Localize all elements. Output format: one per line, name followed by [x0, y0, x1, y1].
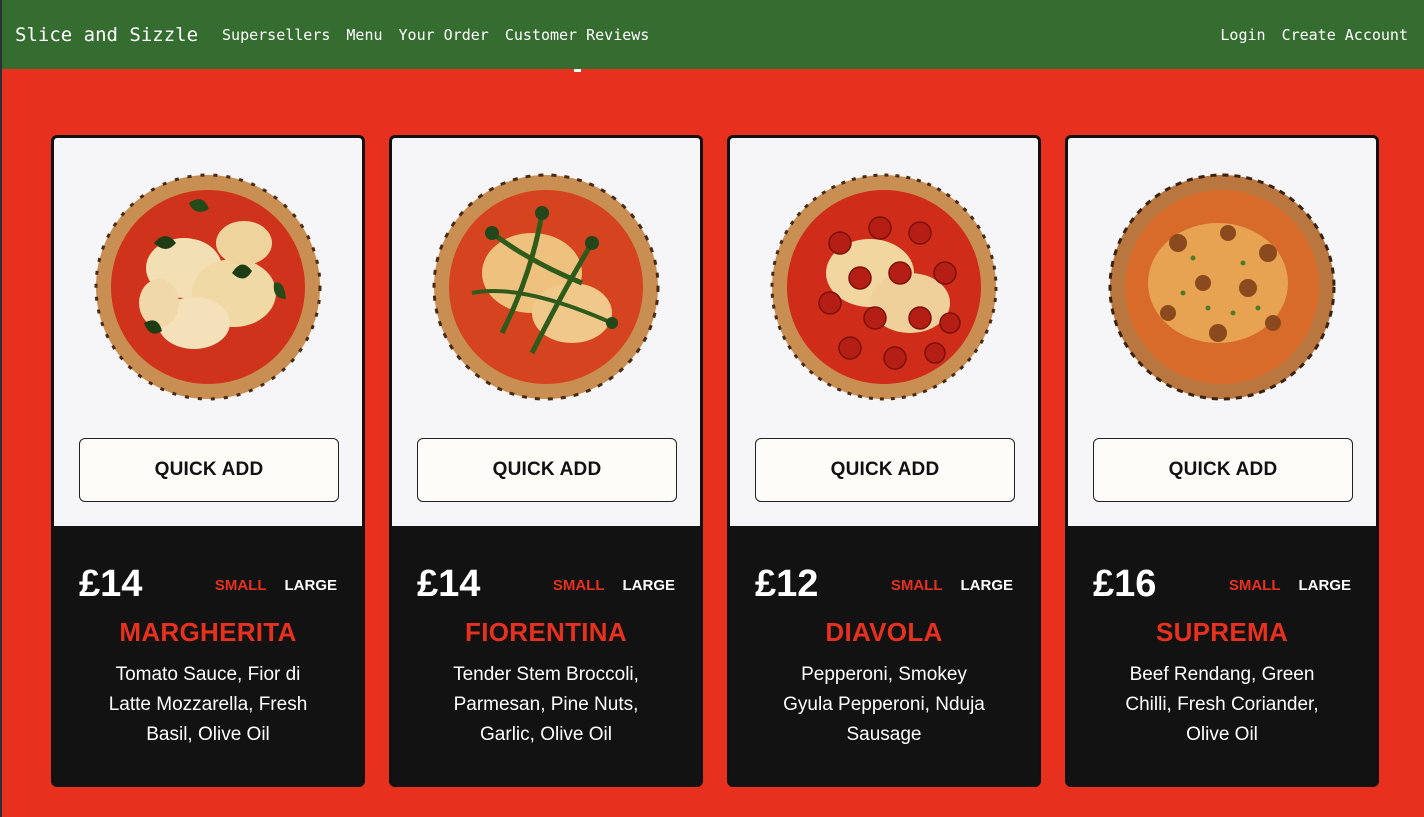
pizza-name: MARGHERITA: [119, 617, 297, 647]
pizza-card-image-area: QUICK ADD: [1068, 138, 1376, 526]
pizza-card-margherita: QUICK ADD £14 SMALL LARGE MARGHERITA Tom…: [51, 135, 365, 787]
size-small-option[interactable]: SMALL: [1229, 577, 1281, 594]
pizza-card-suprema: QUICK ADD £16 SMALL LARGE SUPREMA Beef R…: [1065, 135, 1379, 787]
price-row: £14 SMALL LARGE: [417, 561, 675, 607]
price-row: £16 SMALL LARGE: [1093, 561, 1351, 607]
pizza-price: £14: [417, 562, 481, 605]
pizza-card-diavola: QUICK ADD £12 SMALL LARGE DIAVOLA Pepper…: [727, 135, 1041, 787]
pizza-name: FIORENTINA: [465, 617, 627, 647]
pizza-name: SUPREMA: [1155, 617, 1289, 647]
size-small-option[interactable]: SMALL: [215, 577, 267, 594]
size-large-option[interactable]: LARGE: [623, 577, 676, 594]
size-large-option[interactable]: LARGE: [285, 577, 338, 594]
nav-account-links: Login Create Account: [1220, 26, 1408, 44]
quick-add-button[interactable]: QUICK ADD: [1093, 438, 1353, 502]
size-selector: SMALL LARGE: [215, 575, 337, 594]
pizza-card-image-area: QUICK ADD: [392, 138, 700, 526]
pizza-description: Tender Stem Broccoli, Parmesan, Pine Nut…: [453, 664, 639, 745]
nav-links: Supersellers Menu Your Order Customer Re…: [222, 26, 649, 44]
quick-add-button[interactable]: QUICK ADD: [417, 438, 677, 502]
pizza-card-info: £14 SMALL LARGE FIORENTINA Tender Stem B…: [392, 526, 700, 784]
pizza-description: Tomato Sauce, Fior di Latte Mozzarella, …: [108, 664, 308, 745]
create-account-link[interactable]: Create Account: [1282, 26, 1408, 44]
pizza-name: DIAVOLA: [825, 617, 943, 647]
pizza-card-info: £12 SMALL LARGE DIAVOLA Pepperoni, Smoke…: [730, 526, 1038, 784]
pizza-card-fiorentina: QUICK ADD £14 SMALL LARGE FIORENTINA Ten…: [389, 135, 703, 787]
window-edge: [0, 0, 2, 817]
size-small-option[interactable]: SMALL: [891, 577, 943, 594]
pizza-price: £16: [1093, 562, 1157, 605]
pizza-price: £14: [79, 562, 143, 605]
pizza-card-image-area: QUICK ADD: [54, 138, 362, 526]
price-row: £14 SMALL LARGE: [79, 561, 337, 607]
nav-link-your-order[interactable]: Your Order: [399, 26, 489, 44]
pizza-card-info: £14 SMALL LARGE MARGHERITA Tomato Sauce,…: [54, 526, 362, 784]
scroll-indicator: [574, 69, 581, 72]
size-selector: SMALL LARGE: [891, 575, 1013, 594]
fiorentina-pizza-image: [432, 173, 660, 401]
brand-logo-link[interactable]: Slice and Sizzle: [15, 24, 198, 46]
pizza-card-info: £16 SMALL LARGE SUPREMA Beef Rendang, Gr…: [1068, 526, 1376, 784]
pizza-card-list: QUICK ADD £14 SMALL LARGE MARGHERITA Tom…: [51, 135, 1379, 787]
size-large-option[interactable]: LARGE: [961, 577, 1014, 594]
size-selector: SMALL LARGE: [553, 575, 675, 594]
quick-add-button[interactable]: QUICK ADD: [79, 438, 339, 502]
nav-link-menu[interactable]: Menu: [346, 26, 382, 44]
margherita-pizza-image: [94, 173, 322, 401]
top-navbar: Slice and Sizzle Supersellers Menu Your …: [2, 0, 1424, 69]
size-large-option[interactable]: LARGE: [1299, 577, 1352, 594]
suprema-pizza-image: [1108, 173, 1336, 401]
pizza-description: Pepperoni, Smokey Gyula Pepperoni, Nduja…: [783, 664, 985, 745]
quick-add-button[interactable]: QUICK ADD: [755, 438, 1015, 502]
nav-link-customer-reviews[interactable]: Customer Reviews: [505, 26, 650, 44]
price-row: £12 SMALL LARGE: [755, 561, 1013, 607]
pizza-description: Beef Rendang, Green Chilli, Fresh Corian…: [1125, 664, 1319, 745]
pizza-price: £12: [755, 562, 819, 605]
login-link[interactable]: Login: [1220, 26, 1265, 44]
size-small-option[interactable]: SMALL: [553, 577, 605, 594]
diavola-pizza-image: [770, 173, 998, 401]
pizza-card-image-area: QUICK ADD: [730, 138, 1038, 526]
size-selector: SMALL LARGE: [1229, 575, 1351, 594]
nav-link-supersellers[interactable]: Supersellers: [222, 26, 330, 44]
